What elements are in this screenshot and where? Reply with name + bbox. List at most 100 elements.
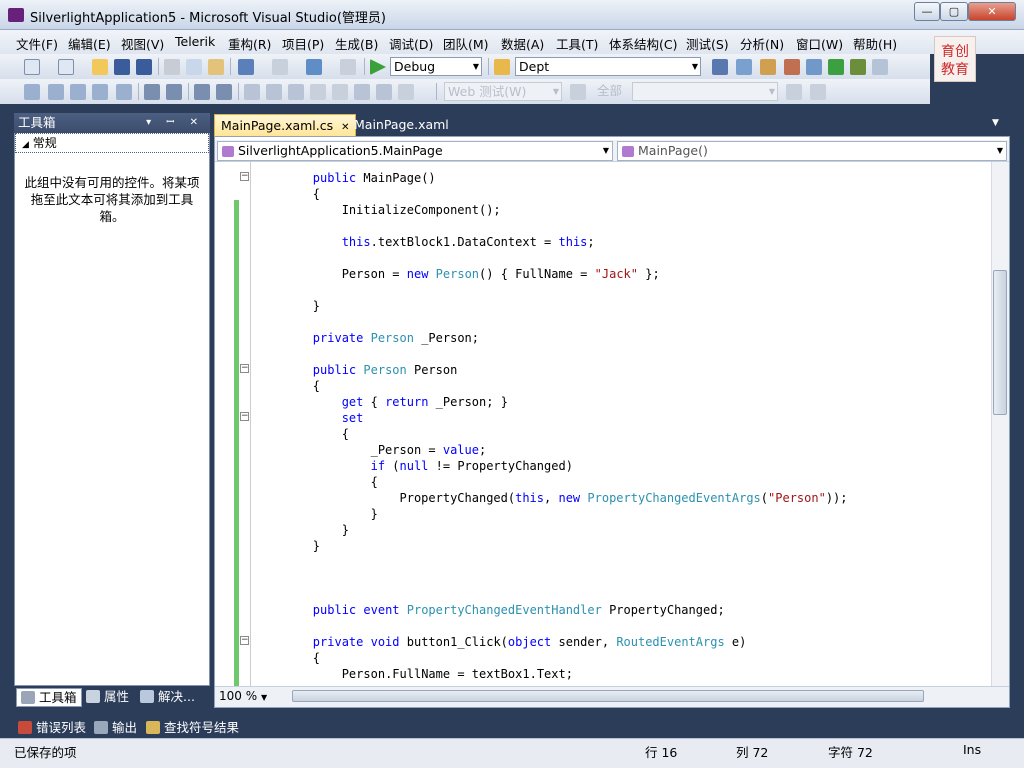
menu-project[interactable]: 项目(P) [282,34,324,53]
redo-icon[interactable] [272,59,288,75]
solution-explorer-icon[interactable] [736,59,752,75]
undo-icon[interactable] [238,59,254,75]
find-combo[interactable]: Dept ▼ [515,57,701,76]
maximize-button[interactable]: ▢ [940,2,968,21]
find-icon[interactable] [712,59,728,75]
open-file-icon[interactable] [92,59,108,75]
close-button[interactable]: ✕ [968,2,1016,21]
vertical-scrollbar[interactable] [991,162,1009,686]
menu-help[interactable]: 帮助(H) [853,34,897,53]
quick-info-icon[interactable] [24,84,40,100]
horizontal-scrollbar-thumb[interactable] [292,690,924,702]
tab-error-list[interactable]: 错误列表 [18,717,86,736]
filter-combo[interactable]: ▼ [632,82,778,101]
next-bookmark-icon[interactable] [288,84,304,100]
vertical-scrollbar-thumb[interactable] [993,270,1007,415]
code-line[interactable]: Person.FullName = textBox1.Text; [255,666,573,682]
zoom-level[interactable]: 100 % ▼ [219,689,267,703]
next-bookmark-in-folder-icon[interactable] [332,84,348,100]
types-combo[interactable]: SilverlightApplication5.MainPage ▼ [217,141,613,161]
options-icon[interactable] [810,84,826,100]
code-text-area[interactable]: public MainPage() { InitializeComponent(… [255,162,991,686]
solution-configuration-select[interactable]: Debug ▼ [390,57,482,76]
code-line[interactable]: { [255,474,378,490]
collapse-region-icon[interactable]: − [240,172,249,181]
tab-output[interactable]: 输出 [94,717,137,736]
minimize-button[interactable]: — [914,2,940,21]
code-line[interactable]: private Person _Person; [255,330,479,346]
menu-debug[interactable]: 调试(D) [389,34,433,53]
collapse-region-icon[interactable]: − [240,364,249,373]
navigate-forward-icon[interactable] [340,59,356,75]
start-debugging-icon[interactable] [370,59,386,75]
previous-bookmark-in-folder-icon[interactable] [310,84,326,100]
clear-bookmarks-icon[interactable] [354,84,370,100]
menu-refactor[interactable]: 重构(R) [228,34,271,53]
properties-window-icon[interactable] [760,59,776,75]
previous-bookmark-icon[interactable] [266,84,282,100]
code-line[interactable]: InitializeComponent(); [255,202,501,218]
decrease-indent-icon[interactable] [144,84,160,100]
code-line[interactable]: { [255,378,320,394]
members-combo[interactable]: MainPage() ▼ [617,141,1007,161]
toggle-outlining-icon[interactable] [376,84,392,100]
web-test-icon[interactable] [570,84,586,100]
menu-team[interactable]: 团队(M) [443,34,489,53]
code-line[interactable]: public MainPage() [255,170,436,186]
extension-manager-icon[interactable] [850,59,866,75]
format-document-icon[interactable] [398,84,414,100]
code-line[interactable]: { [255,650,320,666]
save-all-icon[interactable] [136,59,152,75]
code-line[interactable]: { [255,186,320,202]
chevron-down-icon[interactable]: ▼ [992,118,999,128]
list-members-icon[interactable] [116,84,132,100]
parameter-info-icon[interactable] [48,84,64,100]
menu-test[interactable]: 测试(S) [686,34,729,53]
tab-solution-explorer[interactable]: 解决... [140,688,195,707]
code-line[interactable]: } [255,522,349,538]
new-project-icon[interactable] [24,59,40,75]
menu-file[interactable]: 文件(F) [16,34,58,53]
code-line[interactable]: public Person Person [255,362,458,378]
toolbox-window-icon[interactable] [806,59,822,75]
tab-mainpage-xaml[interactable]: MainPage.xaml [348,114,455,136]
code-line[interactable]: } [255,298,320,314]
add-item-icon[interactable] [58,59,74,75]
comment-lines-icon[interactable] [194,84,210,100]
code-line[interactable]: set [255,410,364,426]
cut-icon[interactable] [164,59,180,75]
tab-properties[interactable]: 属性 [86,688,129,707]
tab-find-symbol-results[interactable]: 查找符号结果 [146,717,239,736]
menu-architecture[interactable]: 体系结构(C) [609,34,677,53]
menu-view[interactable]: 视图(V) [121,34,164,53]
paste-icon[interactable] [208,59,224,75]
increase-indent-icon[interactable] [166,84,182,100]
code-line[interactable]: _Person = value; [255,442,487,458]
code-line[interactable]: } [255,538,320,554]
code-line[interactable]: PropertyChanged(this, new PropertyChange… [255,490,848,506]
navigate-backward-icon[interactable] [306,59,322,75]
bookmark-icon[interactable] [244,84,260,100]
web-test-combo[interactable]: Web 测试(W) ▼ [444,82,562,101]
menu-analyze[interactable]: 分析(N) [740,34,784,53]
object-browser-icon[interactable] [784,59,800,75]
copy-icon[interactable] [186,59,202,75]
code-line[interactable]: if (null != PropertyChanged) [255,458,573,474]
start-page-icon[interactable] [828,59,844,75]
command-window-icon[interactable] [872,59,888,75]
menu-window[interactable]: 窗口(W) [796,34,843,53]
toolbox-header-buttons[interactable]: ▾ ꟷ ✕ [146,113,204,132]
menu-telerik[interactable]: Telerik [175,34,215,49]
menu-tools[interactable]: 工具(T) [556,34,598,53]
code-line[interactable]: private void button1_Click(object sender… [255,634,747,650]
save-icon[interactable] [114,59,130,75]
tab-mainpage-xaml-cs[interactable]: MainPage.xaml.cs ✕ [214,114,357,136]
collapse-region-icon[interactable]: − [240,636,249,645]
uncomment-lines-icon[interactable] [216,84,232,100]
refresh-icon[interactable] [786,84,802,100]
font-icon[interactable] [92,84,108,100]
code-line[interactable]: public event PropertyChangedEventHandler… [255,602,725,618]
find-in-files-icon[interactable] [494,59,510,75]
toolbox-group-general[interactable]: ◢ 常规 [15,133,209,153]
tab-toolbox[interactable]: 工具箱 [16,688,82,707]
